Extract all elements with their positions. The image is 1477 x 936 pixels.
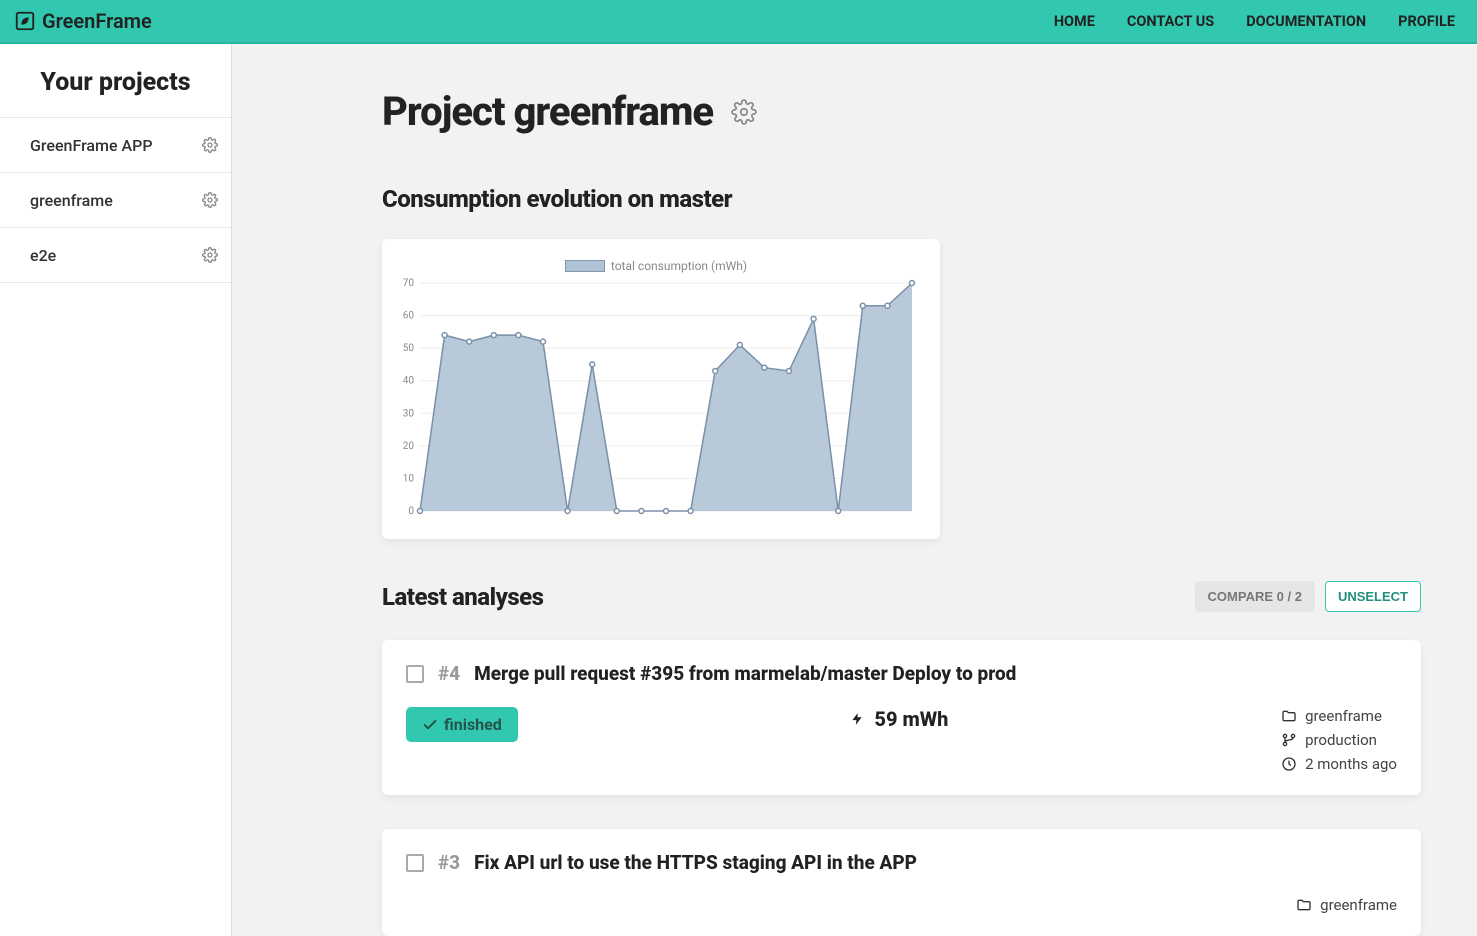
chart-legend: total consumption (mWh) (392, 259, 920, 273)
gear-icon[interactable] (199, 189, 221, 211)
meta-branch: production (1281, 731, 1397, 749)
sidebar: Your projects GreenFrame APP greenframe … (0, 44, 232, 936)
brand-text: GreenFrame (42, 9, 152, 33)
unselect-button[interactable]: UNSELECT (1325, 581, 1421, 612)
analyses-title: Latest analyses (382, 583, 543, 611)
folder-icon (1281, 708, 1297, 724)
leaf-logo-icon (14, 10, 36, 32)
analysis-id: #4 (438, 662, 460, 685)
meta-project: greenframe (1296, 896, 1397, 914)
top-nav: GreenFrame HOME CONTACT US DOCUMENTATION… (0, 0, 1477, 44)
sidebar-item-e2e[interactable]: e2e (0, 228, 231, 283)
sidebar-item-label: GreenFrame APP (30, 136, 153, 155)
sidebar-item-greenframe[interactable]: greenframe (0, 173, 231, 228)
compare-button: COMPARE 0 / 2 (1195, 581, 1315, 612)
analysis-card[interactable]: #4 Merge pull request #395 from marmelab… (382, 640, 1421, 795)
main-content: Project greenframe Consumption evolution… (232, 44, 1477, 936)
meta-project: greenframe (1281, 707, 1397, 725)
chart-plot: 0 10 20 30 40 50 60 70 (392, 277, 920, 527)
nav-links: HOME CONTACT US DOCUMENTATION PROFILE (1054, 13, 1455, 30)
brand[interactable]: GreenFrame (14, 9, 152, 33)
sidebar-title: Your projects (0, 60, 231, 117)
bolt-icon (850, 709, 864, 729)
analysis-id: #3 (438, 851, 460, 874)
analysis-meta: greenframe (1296, 896, 1397, 914)
folder-icon (1296, 897, 1312, 913)
svg-text:50: 50 (403, 343, 415, 354)
page-header: Project greenframe (382, 88, 1421, 135)
nav-profile[interactable]: PROFILE (1398, 13, 1455, 30)
analysis-title: Merge pull request #395 from marmelab/ma… (474, 662, 1016, 685)
analyses-actions: COMPARE 0 / 2 UNSELECT (1195, 581, 1421, 612)
meta-time: 2 months ago (1281, 755, 1397, 773)
nav-docs[interactable]: DOCUMENTATION (1246, 13, 1366, 30)
chart-section-title: Consumption evolution on master (382, 185, 1421, 213)
clock-icon (1281, 756, 1297, 772)
nav-home[interactable]: HOME (1054, 13, 1095, 30)
svg-text:30: 30 (403, 408, 415, 419)
gear-icon[interactable] (199, 244, 221, 266)
sidebar-item-label: greenframe (30, 191, 113, 210)
analysis-title: Fix API url to use the HTTPS staging API… (474, 851, 917, 874)
page-title: Project greenframe (382, 88, 713, 135)
gear-icon[interactable] (199, 134, 221, 156)
svg-text:0: 0 (408, 506, 414, 517)
status-badge: finished (406, 707, 518, 742)
svg-text:20: 20 (403, 441, 415, 452)
svg-text:10: 10 (403, 473, 415, 484)
project-settings-gear-icon[interactable] (731, 99, 757, 125)
branch-icon (1281, 732, 1297, 748)
sidebar-item-label: e2e (30, 246, 56, 265)
sidebar-item-greenframe-app[interactable]: GreenFrame APP (0, 117, 231, 173)
legend-swatch (565, 260, 605, 272)
legend-label: total consumption (mWh) (611, 259, 747, 273)
analysis-card[interactable]: #3 Fix API url to use the HTTPS staging … (382, 829, 1421, 936)
consumption-value: 59 mWh (850, 707, 948, 731)
analyses-header: Latest analyses COMPARE 0 / 2 UNSELECT (382, 581, 1421, 612)
svg-text:70: 70 (403, 278, 415, 289)
svg-text:40: 40 (403, 376, 415, 387)
check-icon (422, 717, 438, 733)
svg-text:60: 60 (403, 311, 415, 322)
analysis-checkbox[interactable] (406, 854, 424, 872)
consumption-chart: total consumption (mWh) 0 10 20 30 40 50 60 70 (382, 239, 940, 539)
analysis-checkbox[interactable] (406, 665, 424, 683)
analysis-meta: greenframe production 2 months ago (1281, 707, 1397, 773)
nav-contact[interactable]: CONTACT US (1127, 13, 1214, 30)
status-text: finished (444, 715, 502, 734)
project-list: GreenFrame APP greenframe e2e (0, 117, 231, 283)
